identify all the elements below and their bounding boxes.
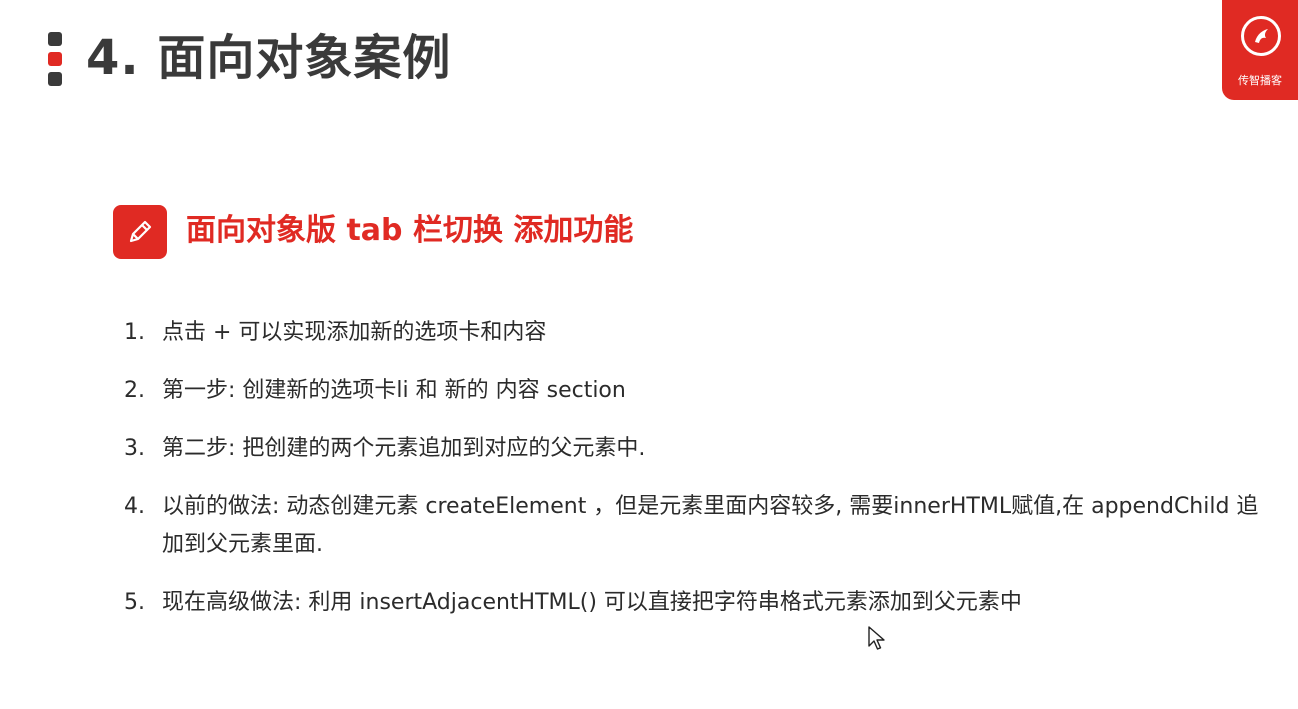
list-item-text: 现在高级做法: 利用 insertAdjacentHTML() 可以直接把字符串…	[162, 590, 1022, 615]
dragon-logo-icon	[1241, 16, 1281, 56]
list-item: 4. 以前的做法: 动态创建元素 createElement ，但是元素里面内容…	[124, 488, 1264, 564]
steps-list: 1. 点击 + 可以实现添加新的选项卡和内容 2. 第一步: 创建新的选项卡li…	[124, 314, 1264, 642]
list-item: 5. 现在高级做法: 利用 insertAdjacentHTML() 可以直接把…	[124, 584, 1264, 622]
brand-logo: 传智播客	[1222, 0, 1298, 100]
list-item-text: 点击 + 可以实现添加新的选项卡和内容	[162, 320, 547, 345]
list-item-text: 第一步: 创建新的选项卡li 和 新的 内容 section	[162, 378, 626, 403]
brand-logo-text: 传智播客	[1238, 74, 1282, 87]
list-item: 3. 第二步: 把创建的两个元素追加到对应的父元素中.	[124, 430, 1264, 468]
list-item-text: 以前的做法: 动态创建元素 createElement ，但是元素里面内容较多,…	[162, 494, 1259, 557]
page-title: 4. 面向对象案例	[86, 30, 452, 86]
list-item-number: 1.	[124, 320, 145, 345]
list-item-text: 第二步: 把创建的两个元素追加到对应的父元素中.	[162, 436, 646, 461]
mouse-cursor-icon	[868, 626, 886, 652]
title-marker-bottom	[48, 72, 62, 86]
list-item: 1. 点击 + 可以实现添加新的选项卡和内容	[124, 314, 1264, 352]
list-item: 2. 第一步: 创建新的选项卡li 和 新的 内容 section	[124, 372, 1264, 410]
pencil-icon	[113, 205, 167, 259]
title-marker-top	[48, 32, 62, 46]
title-marker-middle	[48, 52, 62, 66]
list-item-number: 2.	[124, 378, 145, 403]
list-item-number: 4.	[124, 494, 145, 519]
section-title: 面向对象版 tab 栏切换 添加功能	[186, 213, 634, 248]
title-decoration	[48, 32, 62, 86]
list-item-number: 3.	[124, 436, 145, 461]
list-item-number: 5.	[124, 590, 145, 615]
